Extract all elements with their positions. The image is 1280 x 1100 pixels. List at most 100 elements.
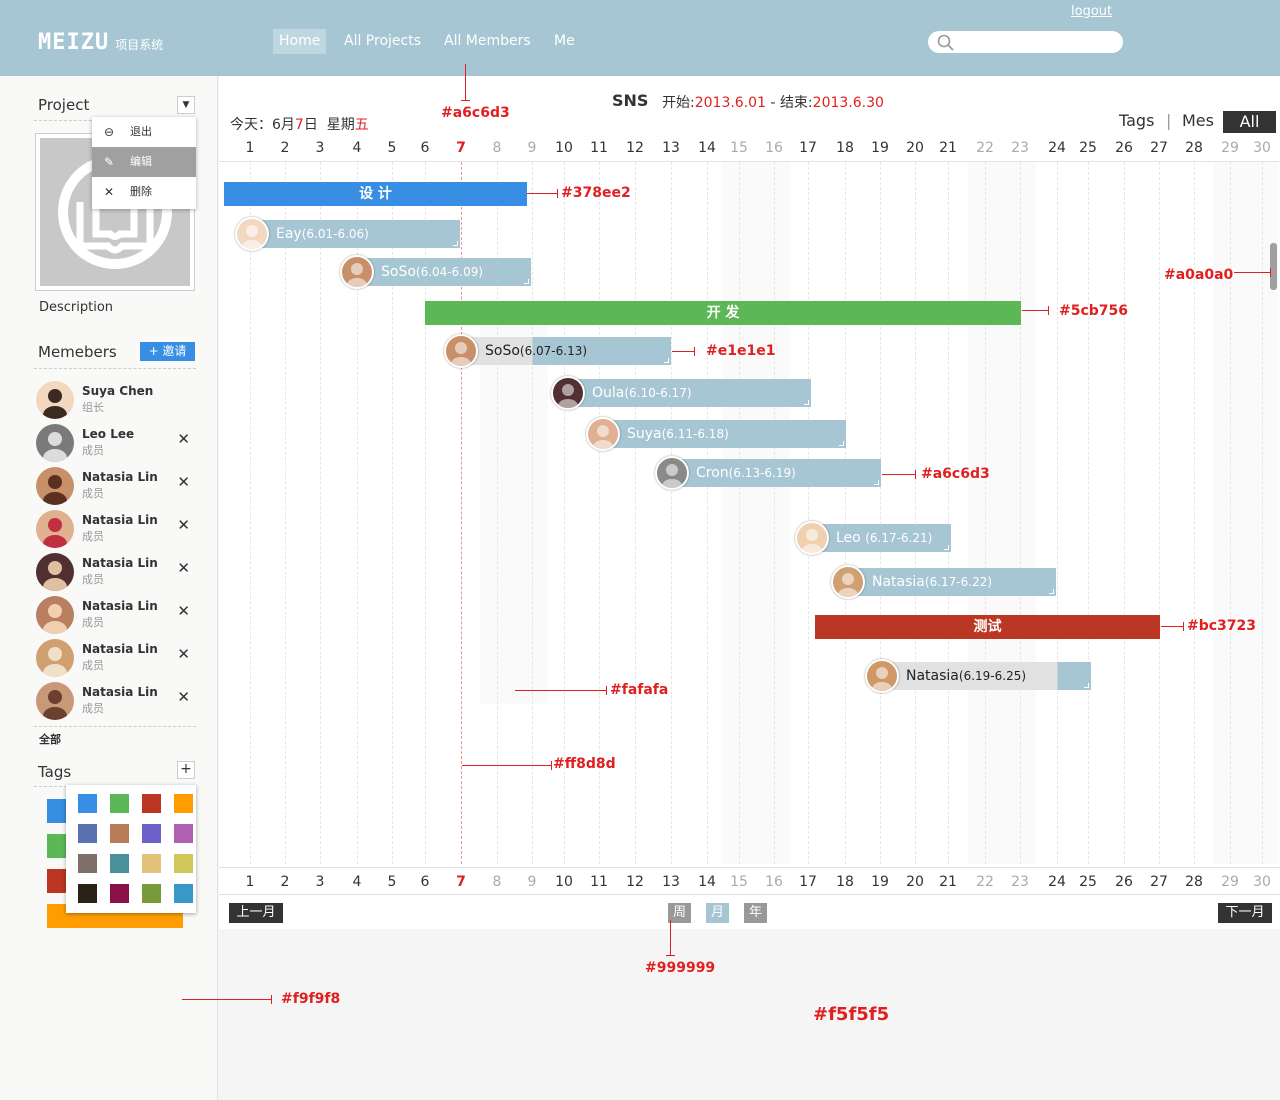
remove-member-icon[interactable]: ✕ [177,559,190,577]
day-label[interactable]: 6 [410,134,440,162]
task-bar[interactable]: Natasia(6.19-6.25) [882,662,1091,690]
day-label[interactable]: 14 [692,868,722,896]
phase-bar-2[interactable]: 测试 [815,615,1160,639]
day-label[interactable]: 27 [1144,868,1174,896]
day-label[interactable]: 14 [692,134,722,162]
member-row[interactable]: Natasia Lin 成员 ✕ [36,637,196,679]
view-month-button[interactable]: 月 [706,903,729,923]
day-label[interactable]: 12 [620,868,650,896]
remove-member-icon[interactable]: ✕ [177,688,190,706]
day-label[interactable]: 30 [1247,868,1277,896]
resize-handle[interactable] [874,480,879,485]
day-label[interactable]: 29 [1215,134,1245,162]
day-label[interactable]: 26 [1109,134,1139,162]
day-label[interactable]: 2 [270,134,300,162]
day-label[interactable]: 1 [235,868,265,896]
color-swatch[interactable] [110,854,129,873]
resize-handle[interactable] [664,358,669,363]
color-swatch[interactable] [142,824,161,843]
member-row[interactable]: Natasia Lin 成员 ✕ [36,594,196,636]
day-label[interactable]: 11 [584,134,614,162]
day-label[interactable]: 15 [724,134,754,162]
color-swatch[interactable] [110,824,129,843]
project-dropdown-button[interactable]: ▼ [177,96,195,114]
day-label[interactable]: 23 [1005,868,1035,896]
nav-all-projects[interactable]: All Projects [344,29,421,54]
scrollbar-thumb[interactable] [1270,243,1277,290]
day-label[interactable]: 3 [305,134,335,162]
day-label[interactable]: 30 [1247,134,1277,162]
menu-item-exit[interactable]: ⊖ 退出 [92,117,196,147]
day-label[interactable]: 16 [759,868,789,896]
day-label[interactable]: 12 [620,134,650,162]
tab-mes[interactable]: Mes [1182,111,1214,130]
day-label[interactable]: 4 [342,868,372,896]
day-label[interactable]: 19 [865,868,895,896]
day-label[interactable]: 10 [549,868,579,896]
member-row[interactable]: Natasia Lin 成员 ✕ [36,551,196,593]
day-label[interactable]: 20 [900,134,930,162]
day-label[interactable]: 10 [549,134,579,162]
day-label[interactable]: 8 [482,868,512,896]
day-label[interactable]: 18 [830,134,860,162]
task-bar[interactable]: Natasia(6.17-6.22) [848,568,1056,596]
task-bar[interactable]: Eay(6.01-6.06) [252,220,460,248]
menu-item-edit[interactable]: ✎ 编辑 [92,147,196,177]
member-row[interactable]: Leo Lee 成员 ✕ [36,422,196,464]
nav-me[interactable]: Me [554,29,575,54]
resize-handle[interactable] [524,279,529,284]
day-label[interactable]: 1 [235,134,265,162]
color-swatch[interactable] [110,794,129,813]
day-label[interactable]: 19 [865,134,895,162]
day-label[interactable]: 28 [1179,868,1209,896]
day-label[interactable]: 13 [656,868,686,896]
remove-member-icon[interactable]: ✕ [177,473,190,491]
remove-member-icon[interactable]: ✕ [177,430,190,448]
resize-handle[interactable] [804,400,809,405]
task-bar[interactable]: SoSo(6.04-6.09) [357,258,531,286]
view-week-button[interactable]: 周 [668,903,691,923]
day-label[interactable]: 27 [1144,134,1174,162]
day-label[interactable]: 5 [377,868,407,896]
color-swatch[interactable] [78,854,97,873]
resize-handle[interactable] [839,441,844,446]
day-label[interactable]: 16 [759,134,789,162]
member-row[interactable]: Natasia Lin 成员 ✕ [36,508,196,550]
day-label[interactable]: 22 [970,868,1000,896]
remove-member-icon[interactable]: ✕ [177,602,190,620]
day-label[interactable]: 28 [1179,134,1209,162]
prev-month-button[interactable]: 上一月 [229,903,283,923]
phase-bar-1[interactable]: 开 发 [425,301,1021,325]
day-label[interactable]: 24 [1042,134,1072,162]
day-label[interactable]: 8 [482,134,512,162]
day-label[interactable]: 23 [1005,134,1035,162]
day-label[interactable]: 21 [933,134,963,162]
color-swatch[interactable] [174,824,193,843]
day-label[interactable]: 7 [446,868,476,896]
color-swatch[interactable] [174,854,193,873]
day-label[interactable]: 18 [830,868,860,896]
day-label[interactable]: 22 [970,134,1000,162]
nav-home[interactable]: Home [273,29,327,54]
day-label[interactable]: 9 [517,868,547,896]
day-label[interactable]: 20 [900,868,930,896]
menu-item-delete[interactable]: ✕ 删除 [92,177,196,207]
task-bar[interactable]: Cron(6.13-6.19) [672,459,881,487]
color-swatch[interactable] [174,884,193,903]
day-label[interactable]: 26 [1109,868,1139,896]
member-row[interactable]: Natasia Lin 成员 ✕ [36,465,196,507]
day-label[interactable]: 5 [377,134,407,162]
day-label[interactable]: 21 [933,868,963,896]
day-label[interactable]: 2 [270,868,300,896]
color-swatch[interactable] [142,794,161,813]
member-row[interactable]: Natasia Lin 成员 ✕ [36,680,196,722]
color-swatch[interactable] [78,884,97,903]
resize-handle[interactable] [944,545,949,550]
day-label[interactable]: 25 [1073,868,1103,896]
day-label[interactable]: 11 [584,868,614,896]
task-bar[interactable]: SoSo(6.07-6.13) [461,337,671,365]
member-row[interactable]: Suya Chen 组长 [36,379,196,421]
day-label[interactable]: 17 [793,868,823,896]
color-swatch[interactable] [142,884,161,903]
search-input[interactable] [928,31,1123,53]
